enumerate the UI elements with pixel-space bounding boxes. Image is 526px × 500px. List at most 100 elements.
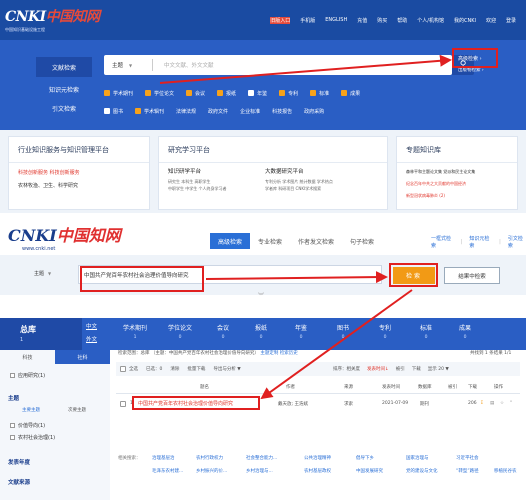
chevron-down-icon: ▼	[48, 271, 52, 276]
row-checkbox[interactable]	[120, 401, 126, 407]
col-title: 知识研学平台	[168, 169, 202, 175]
related-link[interactable]: 党的建设与文化	[406, 468, 438, 474]
db-tab-thesis[interactable]: 学位论文 0	[157, 323, 203, 340]
star-icon[interactable]: ☆	[500, 401, 504, 406]
lang-chinese-link[interactable]: 中文	[86, 322, 97, 330]
tab-author[interactable]: 作者发文检索	[290, 233, 342, 249]
cnki-logo[interactable]: CNKI中国知网 www.cnki.net	[8, 222, 121, 252]
sort-cited[interactable]: 被引	[396, 366, 405, 372]
tab-sentence[interactable]: 句子检索	[342, 233, 382, 249]
facet-heading-source[interactable]: 文献来源	[8, 478, 30, 486]
related-link[interactable]: 乡村振兴的价...	[196, 468, 227, 474]
db-tab-count: 1	[133, 335, 137, 340]
card-research-platform[interactable]: 研究学习平台 知识研学平台 研究生 本科生 高职学生 中职学生 中学生 个人终身…	[158, 136, 388, 210]
related-link[interactable]: 倡导下乡	[356, 455, 374, 461]
side-tab-science[interactable]: 科技	[0, 350, 55, 364]
related-link[interactable]: 社会整合能力...	[246, 455, 277, 461]
lang-foreign-link[interactable]: 外文	[86, 335, 97, 343]
related-link[interactable]: 移植民谷农	[494, 468, 517, 474]
related-link[interactable]: 国家治理与	[406, 455, 429, 461]
side-tab-social[interactable]: 社科	[55, 350, 110, 364]
card-line: 新型冠状病毒肺炎 (2)	[406, 193, 445, 198]
scope-prefix: 检索范围：	[118, 351, 141, 356]
related-link[interactable]: “转型”路径	[456, 468, 479, 474]
logo-text: CNKI	[8, 226, 57, 245]
related-link[interactable]: 中国发展研究	[356, 468, 383, 474]
facet-heading-topic[interactable]: 主题	[8, 394, 19, 402]
select-all-checkbox[interactable]: 全选	[120, 366, 138, 372]
card-industry-platform[interactable]: 行业知识服务与知识管理平台 科技创新服务 科技创新服务 农林牧渔、卫生、科学研究	[8, 136, 150, 210]
facet-rural-governance[interactable]: 农村社会治理(1)	[10, 434, 55, 441]
results-header	[116, 380, 520, 394]
collapse-chevron-icon[interactable]: ︾	[258, 291, 264, 300]
search-within-button[interactable]: 结果中检索	[444, 267, 500, 284]
card-title: 专题知识库	[397, 137, 517, 163]
db-tab-book[interactable]: 图书 0	[320, 323, 366, 340]
related-link[interactable]: 公共治理精神	[304, 455, 331, 461]
db-tab-achievement[interactable]: 成果 0	[442, 323, 488, 340]
col-source: 来源	[344, 385, 353, 390]
db-tab-count: 0	[178, 335, 182, 340]
col-author: 作者	[286, 385, 295, 390]
tab-professional[interactable]: 专业检索	[250, 233, 290, 249]
pager[interactable]: 1/1	[504, 351, 511, 356]
db-tab-name: 年鉴	[294, 325, 307, 332]
card-line: 纪念百年中共之大贡献的中国经济	[406, 181, 466, 186]
tab-advanced[interactable]: 高级检索	[210, 233, 251, 249]
read-icon[interactable]: ▤	[490, 401, 494, 406]
related-link[interactable]: 毛泽东农村建...	[152, 468, 183, 474]
card-topic-db[interactable]: 专题知识库 森林平和主题论文集 党派和民主论文集 纪念百年中共之大贡献的中国经济…	[396, 136, 518, 210]
link-citation[interactable]: 引文检索	[508, 235, 526, 249]
search-field-select[interactable]: 主题 ▼	[34, 270, 51, 277]
db-tab-count: 0	[299, 335, 303, 340]
checkbox-label: 全选	[129, 367, 138, 372]
card-line: 科技创新服务 科技创新服务	[18, 170, 80, 176]
result-author[interactable]: 戴天放; 王浩斌	[278, 401, 308, 407]
clear-button[interactable]: 清除	[170, 366, 179, 372]
col-title: 题名	[200, 385, 209, 390]
related-link[interactable]: 习近平社会	[456, 455, 479, 461]
facet-heading-year[interactable]: 发表年度	[8, 458, 30, 466]
db-tab-all[interactable]	[0, 318, 82, 350]
facet-applied-research[interactable]: 应用研究(1)	[10, 372, 45, 379]
sort-relevance[interactable]: 排序：相关度	[333, 366, 360, 372]
selected-count: 已选：0	[146, 367, 163, 372]
related-link[interactable]: 农村基层政权	[304, 468, 331, 474]
topic-customize-link[interactable]: 主题定制	[260, 351, 278, 356]
card-title: 行业知识服务与知识管理平台	[9, 137, 149, 163]
topic-tab-main[interactable]: 主要主题	[22, 407, 40, 413]
search-scope: 检索范围：总库 （主题：中国共产党百年农村社会治理价值导向研究） 主题定制 检索…	[118, 350, 298, 356]
export-analysis-button[interactable]: 导出与分析 ▼	[213, 366, 240, 372]
db-tab-journal[interactable]: 学术期刊 1	[112, 323, 158, 340]
col-line: 研究生 本科生 高职学生	[168, 179, 211, 184]
search-history-link[interactable]: 检索历史	[280, 351, 298, 356]
related-link[interactable]: 治理基层治	[152, 455, 175, 461]
page-size-select[interactable]: 显示 20 ▼	[428, 366, 449, 372]
result-source[interactable]: 求索	[344, 401, 353, 407]
col-date: 发表时间	[382, 385, 400, 390]
col-line: 中职学生 中学生 个人终身学习者	[168, 186, 227, 191]
sort-date[interactable]: 发表时间↓	[367, 366, 389, 372]
related-label: 相关搜索：	[118, 456, 141, 461]
toolbar-left: 全选 已选：0 清除 批量下载 导出与分析 ▼	[120, 366, 249, 372]
link-one-box[interactable]: 一框式检索	[431, 235, 454, 249]
related-link[interactable]: 农村行政权力	[196, 455, 223, 461]
quote-icon[interactable]: “	[510, 401, 512, 406]
db-tab-name: 成果	[458, 325, 471, 332]
col-db: 数据库	[418, 385, 432, 390]
col-line: 学者库 科研项目 CNKI学术搜索	[265, 186, 322, 191]
related-link[interactable]: 乡村治理与...	[246, 468, 273, 474]
card-line: 农林牧渔、卫生、科学研究	[18, 183, 79, 189]
db-tab-yearbook[interactable]: 年鉴 0	[278, 323, 324, 340]
batch-download-button[interactable]: 批量下载	[187, 366, 205, 372]
card-title: 研究学习平台	[159, 137, 387, 163]
link-knowledge[interactable]: 知识元检索	[469, 235, 492, 249]
db-tab-patent[interactable]: 专利 0	[362, 323, 408, 340]
sort-download[interactable]: 下载	[412, 366, 421, 372]
card-col-2: 大数据研究平台 专利分析 学术图片 统计数据 学术热点 学者库 科研项目 CNK…	[265, 167, 333, 192]
download-icon[interactable]: ↧	[480, 401, 484, 406]
topic-tab-secondary[interactable]: 次要主题	[68, 407, 86, 413]
facet-value-orientation[interactable]: 价值导向(1)	[10, 422, 45, 429]
result-db: 期刊	[420, 402, 429, 407]
search-field-label: 主题	[34, 271, 45, 277]
